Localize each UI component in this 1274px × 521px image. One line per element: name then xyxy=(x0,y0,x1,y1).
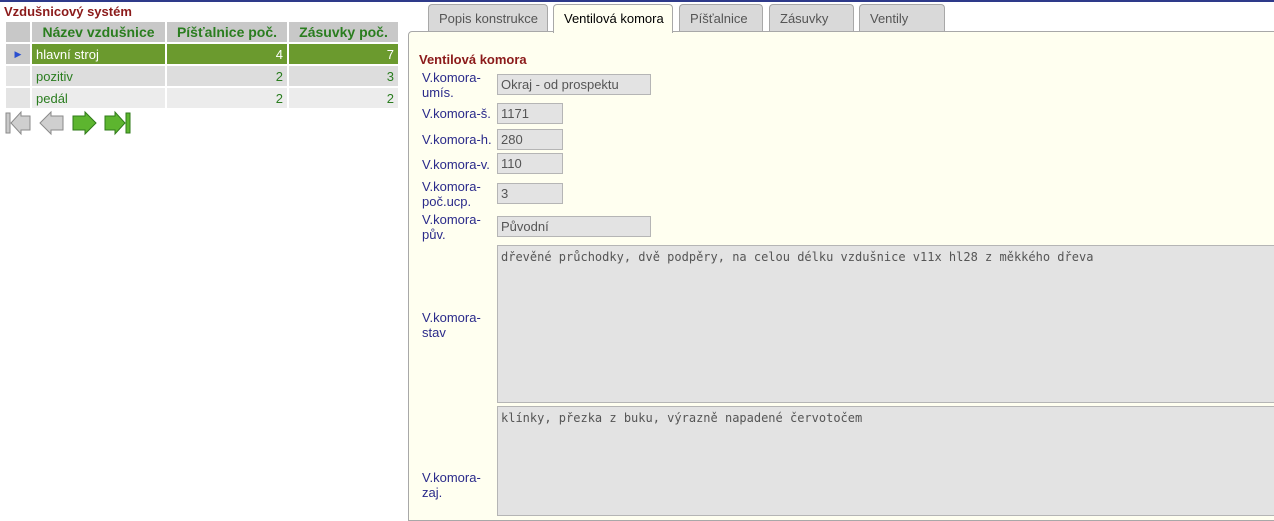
cell-zas[interactable]: 3 xyxy=(289,66,398,86)
tab-pistalnice[interactable]: Píšťalnice xyxy=(679,4,763,32)
field-umis[interactable]: Okraj - od prospektu xyxy=(497,74,651,95)
cell-zas[interactable]: 7 xyxy=(289,44,398,64)
label-h: V.komora-h. xyxy=(422,132,492,147)
label-v: V.komora-v. xyxy=(422,157,490,172)
cell-name[interactable]: hlavní stroj xyxy=(32,44,165,64)
field-s[interactable]: 1171 xyxy=(497,103,563,124)
previous-record-icon[interactable] xyxy=(37,110,66,136)
record-navigation xyxy=(4,110,132,136)
textarea-stav[interactable]: dřevěné průchodky, dvě podpěry, na celou… xyxy=(497,245,1274,403)
cell-pist[interactable]: 2 xyxy=(167,88,287,108)
column-header-name[interactable]: Název vzdušnice xyxy=(32,22,165,42)
first-record-icon[interactable] xyxy=(4,110,33,136)
column-header-pist[interactable]: Píšťalnice poč. xyxy=(167,22,287,42)
left-panel-title: Vzdušnicový systém xyxy=(4,4,132,19)
cell-name[interactable]: pedál xyxy=(32,88,165,108)
top-border xyxy=(0,0,1274,2)
last-record-icon[interactable] xyxy=(103,110,132,136)
table-header-row: Název vzdušnice Píšťalnice poč. Zásuvky … xyxy=(6,22,398,42)
field-h[interactable]: 280 xyxy=(497,129,563,150)
field-puv[interactable]: Původní xyxy=(497,216,651,237)
field-v[interactable]: 110 xyxy=(497,153,563,174)
textarea-zaj[interactable]: klínky, přezka z buku, výrazně napadené … xyxy=(497,406,1274,516)
field-pocucp[interactable]: 3 xyxy=(497,183,563,204)
label-zaj: V.komora-zaj. xyxy=(422,470,481,500)
tab-zasuvky[interactable]: Zásuvky xyxy=(769,4,854,32)
table-row[interactable]: ▶ hlavní stroj 4 7 xyxy=(6,44,398,64)
air-chest-table: Název vzdušnice Píšťalnice poč. Zásuvky … xyxy=(4,20,400,110)
table-row[interactable]: pozitiv 2 3 xyxy=(6,66,398,86)
row-indicator-cell xyxy=(6,88,30,108)
label-s: V.komora-š. xyxy=(422,106,491,121)
label-puv: V.komora-pův. xyxy=(422,212,481,242)
row-indicator-cell xyxy=(6,66,30,86)
row-indicator-header xyxy=(6,22,30,42)
column-header-zas[interactable]: Zásuvky poč. xyxy=(289,22,398,42)
cell-pist[interactable]: 2 xyxy=(167,66,287,86)
label-stav: V.komora-stav xyxy=(422,310,481,340)
section-title: Ventilová komora xyxy=(419,52,527,67)
tab-ventily[interactable]: Ventily xyxy=(859,4,945,32)
tab-popis-konstrukce[interactable]: Popis konstrukce xyxy=(428,4,548,32)
cell-pist[interactable]: 4 xyxy=(167,44,287,64)
cell-name[interactable]: pozitiv xyxy=(32,66,165,86)
row-selected-indicator-icon: ▶ xyxy=(6,44,30,64)
next-record-icon[interactable] xyxy=(70,110,99,136)
table-row[interactable]: pedál 2 2 xyxy=(6,88,398,108)
cell-zas[interactable]: 2 xyxy=(289,88,398,108)
tab-ventilova-komora[interactable]: Ventilová komora xyxy=(553,4,673,33)
label-umis: V.komora-umís. xyxy=(422,70,481,100)
label-pocucp: V.komora-poč.ucp. xyxy=(422,179,481,209)
